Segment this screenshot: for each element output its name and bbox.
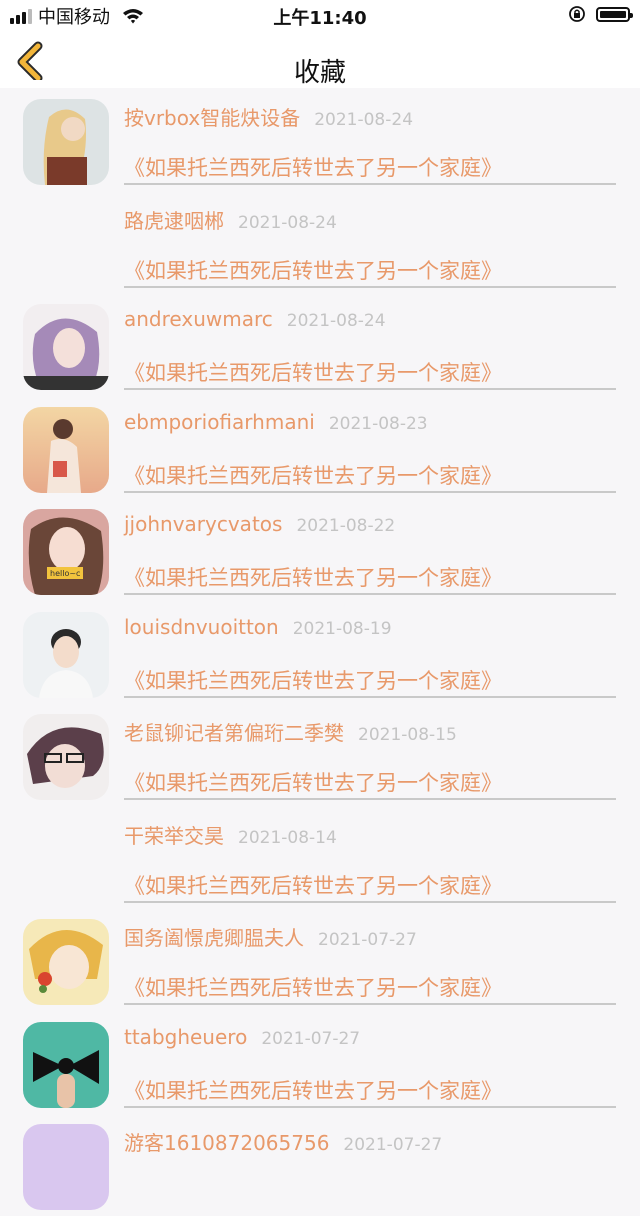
favorite-date: 2021-07-27 [318,930,417,950]
favorite-meta: louisdnvuoitton 2021-08-19 [124,615,392,639]
svg-text:hello~c: hello~c [50,569,80,578]
divider [124,388,616,390]
user-name: andrexuwmarc [124,307,273,331]
status-bar-right [568,5,633,23]
orientation-lock-icon [569,6,585,22]
user-name: 按vrbox智能炔设备 [124,106,301,130]
list-item[interactable]: 干荣举交昊 2021-08-14 《如果托兰西死后转世去了另一个家庭》 [0,806,640,909]
favorite-meta: ebmporiofiarhmani 2021-08-23 [124,410,428,434]
list-item[interactable]: 路虎逮咽郴 2021-08-24 《如果托兰西死后转世去了另一个家庭》 [0,191,640,294]
divider [124,1105,616,1108]
book-title[interactable]: 《如果托兰西死后转世去了另一个家庭》 [124,152,502,182]
favorite-date: 2021-08-14 [238,827,337,848]
favorite-meta: 路虎逮咽郴 2021-08-24 [124,205,337,234]
favorite-date: 2021-08-24 [286,311,386,331]
user-name: 国务阖憬虎卿腽夫人 [124,926,304,950]
nav-bar: 收藏 [0,32,640,88]
book-title[interactable]: 《如果托兰西死后转世去了另一个家庭》 [124,562,502,592]
page-title: 收藏 [293,58,346,88]
divider [124,900,616,903]
avatar [23,611,109,698]
list-item[interactable]: 老鼠铆记者第偏珩二季樊 2021-08-15 《如果托兰西死后转世去了另一个家庭》 [0,703,640,806]
divider [124,490,616,493]
book-title[interactable]: 《如果托兰西死后转世去了另一个家庭》 [124,357,502,387]
favorite-date: 2021-08-24 [314,110,414,130]
book-title[interactable]: 《如果托兰西死后转世去了另一个家庭》 [124,870,502,900]
avatar [23,99,109,185]
user-name: 老鼠铆记者第偏珩二季樊 [124,721,344,745]
favorite-meta: 国务阖憬虎卿腽夫人 2021-07-27 [124,922,417,951]
favorite-meta: jjohnvarycvatos 2021-08-22 [124,512,395,536]
book-title[interactable]: 《如果托兰西死后转世去了另一个家庭》 [124,767,502,797]
favorite-date: 2021-08-23 [328,413,428,434]
list-item[interactable]: hello~c jjohnvarycvatos 2021-08-22 《如果托兰西… [0,498,640,601]
list-item[interactable]: 游客1610872065756 2021-07-27 [0,1113,640,1216]
user-name: 干荣举交昊 [124,823,224,848]
list-item[interactable]: ttabgheuero 2021-07-27 《如果托兰西死后转世去了另一个家庭》 [0,1011,640,1114]
status-bar: 中国移动 上午11:40 [0,0,640,32]
favorite-meta: andrexuwmarc 2021-08-24 [124,307,386,331]
avatar: hello~c [23,509,109,595]
user-name: 游客1610872065756 [124,1131,330,1155]
avatar [23,919,109,1005]
favorite-meta: ttabgheuero 2021-07-27 [124,1025,360,1049]
avatar [23,1021,109,1108]
book-title[interactable]: 《如果托兰西死后转世去了另一个家庭》 [124,972,502,1002]
list-item[interactable]: 国务阖憬虎卿腽夫人 2021-07-27 《如果托兰西死后转世去了另一个家庭》 [0,908,640,1011]
divider [124,593,616,595]
favorite-date: 2021-07-27 [261,1028,361,1049]
avatar [23,1124,109,1210]
book-title[interactable]: 《如果托兰西死后转世去了另一个家庭》 [124,460,502,490]
list-item[interactable]: ebmporiofiarhmani 2021-08-23 《如果托兰西死后转世去了… [0,396,640,499]
divider [124,183,616,185]
list-item[interactable]: andrexuwmarc 2021-08-24 《如果托兰西死后转世去了另一个家庭… [0,293,640,396]
favorite-date: 2021-08-22 [296,516,396,536]
user-name: ttabgheuero [124,1024,248,1049]
favorite-meta: 游客1610872065756 2021-07-27 [124,1127,442,1156]
status-time: 上午11:40 [273,8,367,29]
list-item[interactable]: louisdnvuoitton 2021-08-19 《如果托兰西死后转世去了另一… [0,601,640,704]
avatar [23,304,109,390]
avatar [23,406,109,493]
divider [124,285,616,288]
book-title[interactable]: 《如果托兰西死后转世去了另一个家庭》 [124,1075,502,1105]
user-name: jjohnvarycvatos [124,512,283,536]
divider [124,1003,616,1005]
divider [124,798,616,800]
favorite-meta: 干荣举交昊 2021-08-14 [124,820,337,849]
favorite-date: 2021-07-27 [343,1135,443,1155]
favorite-date: 2021-08-24 [238,212,337,233]
favorite-date: 2021-08-19 [292,618,392,639]
favorites-list: 按vrbox智能炔设备 2021-08-24 《如果托兰西死后转世去了另一个家庭》… [0,88,640,1216]
book-title[interactable]: 《如果托兰西死后转世去了另一个家庭》 [124,665,502,695]
favorite-meta: 按vrbox智能炔设备 2021-08-24 [124,102,413,131]
battery-icon [596,6,633,22]
favorite-meta: 老鼠铆记者第偏珩二季樊 2021-08-15 [124,717,457,746]
avatar [23,714,109,800]
favorite-date: 2021-08-15 [358,725,457,745]
list-item[interactable]: 按vrbox智能炔设备 2021-08-24 《如果托兰西死后转世去了另一个家庭》 [0,88,640,191]
user-name: louisdnvuoitton [124,614,279,639]
divider [124,695,616,698]
book-title[interactable]: 《如果托兰西死后转世去了另一个家庭》 [124,255,502,285]
user-name: ebmporiofiarhmani [124,409,315,434]
user-name: 路虎逮咽郴 [124,208,224,233]
